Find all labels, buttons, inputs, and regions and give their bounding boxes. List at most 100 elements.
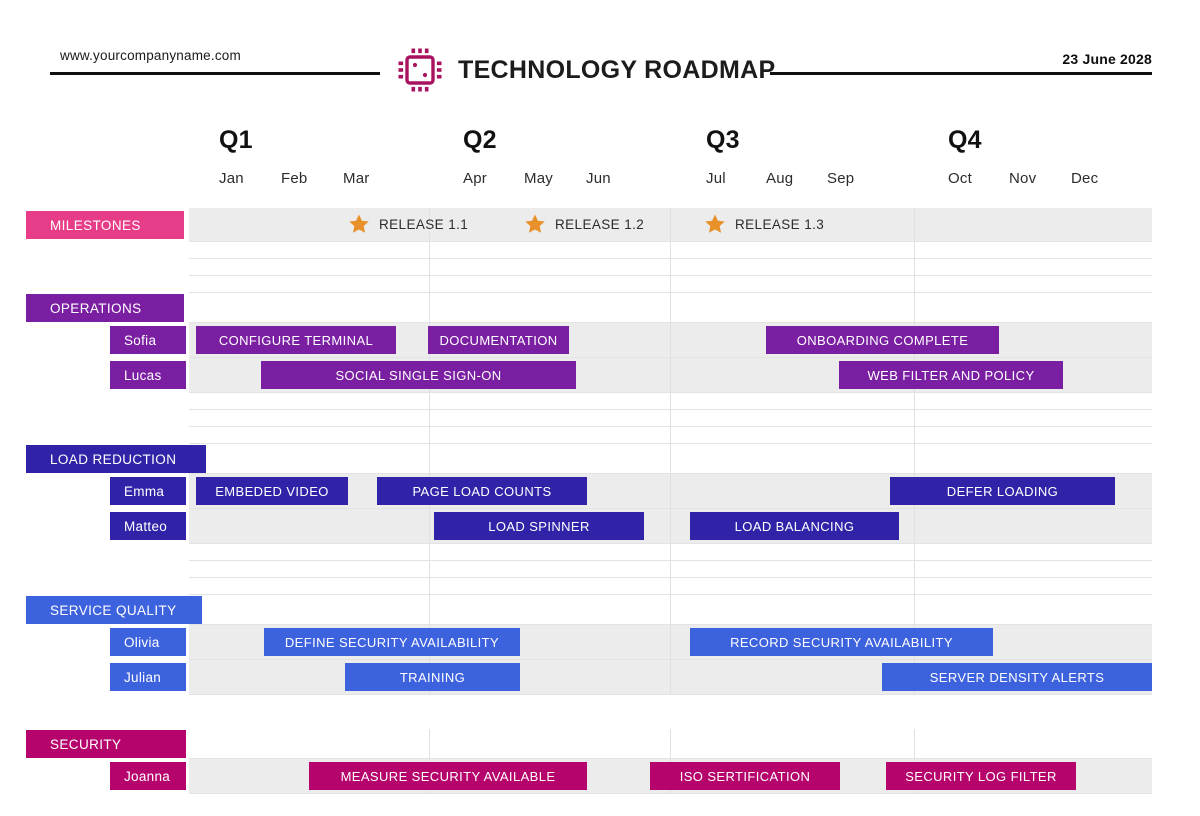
quarter-divider-line bbox=[670, 509, 671, 543]
quarter-divider-line bbox=[429, 410, 430, 426]
quarter-divider-line bbox=[429, 444, 430, 473]
task-bar[interactable]: EMBEDED VIDEO bbox=[196, 477, 348, 505]
milestone-label: RELEASE 1.2 bbox=[555, 216, 645, 232]
month-label-oct: Oct bbox=[948, 170, 972, 187]
quarter-divider-line bbox=[670, 427, 671, 443]
header-rule-right bbox=[770, 72, 1152, 75]
month-label-sep: Sep bbox=[827, 170, 855, 187]
milestone-marker[interactable]: RELEASE 1.2 bbox=[524, 213, 644, 235]
quarter-divider-line bbox=[670, 544, 671, 560]
quarter-divider-line bbox=[429, 427, 430, 443]
quarter-divider-line bbox=[670, 323, 671, 357]
month-label-nov: Nov bbox=[1009, 170, 1037, 187]
section-tab-service-quality[interactable]: SERVICE QUALITY bbox=[26, 596, 202, 624]
quarter-divider-line bbox=[670, 660, 671, 694]
company-url: www.yourcompanyname.com bbox=[60, 48, 241, 63]
grid-row-track bbox=[189, 729, 1152, 759]
quarter-divider-line bbox=[670, 444, 671, 473]
quarter-divider-line bbox=[914, 561, 915, 577]
task-bar[interactable]: DEFER LOADING bbox=[890, 477, 1115, 505]
milestone-marker[interactable]: RELEASE 1.3 bbox=[704, 213, 824, 235]
header-rule-left bbox=[50, 72, 380, 75]
grid-row-track bbox=[189, 578, 1152, 595]
month-label-jan: Jan bbox=[219, 170, 244, 187]
timeline-header: Q1 Q2 Q3 Q4 Jan Feb Mar Apr May Jun Jul Aug Sep Oct No… bbox=[0, 126, 1200, 196]
section-tab-operations[interactable]: OPERATIONS bbox=[26, 294, 184, 322]
month-label-feb: Feb bbox=[281, 170, 308, 187]
quarter-divider-line bbox=[429, 544, 430, 560]
task-bar[interactable]: MEASURE SECURITY AVAILABLE bbox=[309, 762, 587, 790]
section-tab-load-reduction[interactable]: LOAD REDUCTION bbox=[26, 445, 206, 473]
task-bar[interactable]: TRAINING bbox=[345, 663, 520, 691]
quarter-divider-line bbox=[670, 595, 671, 624]
quarter-divider-line bbox=[670, 561, 671, 577]
quarter-divider-line bbox=[914, 509, 915, 543]
month-label-mar: Mar bbox=[343, 170, 370, 187]
quarter-divider-line bbox=[914, 729, 915, 758]
month-label-aug: Aug bbox=[766, 170, 794, 187]
quarter-divider-line bbox=[670, 578, 671, 594]
quarter-divider-line bbox=[429, 509, 430, 543]
task-bar[interactable]: CONFIGURE TERMINAL bbox=[196, 326, 396, 354]
month-label-may: May bbox=[524, 170, 553, 187]
microprocessor-chip-icon bbox=[396, 46, 444, 94]
person-tab-lucas[interactable]: Lucas bbox=[110, 361, 186, 389]
quarter-divider-line bbox=[914, 595, 915, 624]
milestone-marker[interactable]: RELEASE 1.1 bbox=[348, 213, 468, 235]
quarter-divider-line bbox=[670, 410, 671, 426]
task-bar[interactable]: RECORD SECURITY AVAILABILITY bbox=[690, 628, 993, 656]
person-tab-emma[interactable]: Emma bbox=[110, 477, 186, 505]
task-bar[interactable]: LOAD SPINNER bbox=[434, 512, 644, 540]
quarter-divider-line bbox=[429, 259, 430, 275]
quarter-divider-line bbox=[429, 293, 430, 322]
quarter-divider-line bbox=[914, 444, 915, 473]
quarter-divider-line bbox=[914, 242, 915, 258]
person-tab-olivia[interactable]: Olivia bbox=[110, 628, 186, 656]
quarter-label-q1: Q1 bbox=[219, 126, 253, 154]
quarter-divider-line bbox=[914, 427, 915, 443]
grid-row-track bbox=[189, 509, 1152, 544]
month-label-dec: Dec bbox=[1071, 170, 1099, 187]
quarter-divider-line bbox=[914, 410, 915, 426]
quarter-divider-line bbox=[670, 358, 671, 392]
quarter-divider-line bbox=[914, 293, 915, 322]
quarter-divider-line bbox=[914, 208, 915, 241]
roadmap-date: 23 June 2028 bbox=[1062, 51, 1152, 67]
person-tab-julian[interactable]: Julian bbox=[110, 663, 186, 691]
task-bar[interactable]: LOAD BALANCING bbox=[690, 512, 899, 540]
quarter-divider-line bbox=[670, 393, 671, 409]
person-tab-joanna[interactable]: Joanna bbox=[110, 762, 186, 790]
quarter-divider-line bbox=[429, 729, 430, 758]
quarter-divider-line bbox=[670, 208, 671, 241]
task-bar[interactable]: DOCUMENTATION bbox=[428, 326, 569, 354]
star-icon bbox=[348, 213, 370, 235]
person-tab-matteo[interactable]: Matteo bbox=[110, 512, 186, 540]
grid-row-track bbox=[189, 259, 1152, 276]
quarter-divider-line bbox=[914, 544, 915, 560]
section-tab-security[interactable]: SECURITY bbox=[26, 730, 186, 758]
grid-row-track bbox=[189, 595, 1152, 625]
month-label-jun: Jun bbox=[586, 170, 611, 187]
quarter-divider-line bbox=[670, 259, 671, 275]
month-label-jul: Jul bbox=[706, 170, 726, 187]
person-tab-sofia[interactable]: Sofia bbox=[110, 326, 186, 354]
quarter-label-q3: Q3 bbox=[706, 126, 740, 154]
task-bar[interactable]: DEFINE SECURITY AVAILABILITY bbox=[264, 628, 520, 656]
task-bar[interactable]: PAGE LOAD COUNTS bbox=[377, 477, 587, 505]
milestone-label: RELEASE 1.3 bbox=[735, 216, 825, 232]
task-bar[interactable]: WEB FILTER AND POLICY bbox=[839, 361, 1063, 389]
quarter-divider-line bbox=[429, 595, 430, 624]
task-bar[interactable]: SOCIAL SINGLE SIGN-ON bbox=[261, 361, 576, 389]
grid-row-track bbox=[189, 393, 1152, 410]
task-bar[interactable]: SECURITY LOG FILTER bbox=[886, 762, 1076, 790]
section-tab-milestones[interactable]: MILESTONES bbox=[26, 211, 184, 239]
star-icon bbox=[524, 213, 546, 235]
task-bar[interactable]: ONBOARDING COMPLETE bbox=[766, 326, 999, 354]
grid-row-track bbox=[189, 208, 1152, 242]
task-bar[interactable]: SERVER DENSITY ALERTS bbox=[882, 663, 1152, 691]
task-bar[interactable]: ISO SERTIFICATION bbox=[650, 762, 840, 790]
grid-row-track bbox=[189, 427, 1152, 444]
quarter-divider-line bbox=[429, 393, 430, 409]
quarter-divider-line bbox=[914, 259, 915, 275]
quarter-label-q4: Q4 bbox=[948, 126, 982, 154]
